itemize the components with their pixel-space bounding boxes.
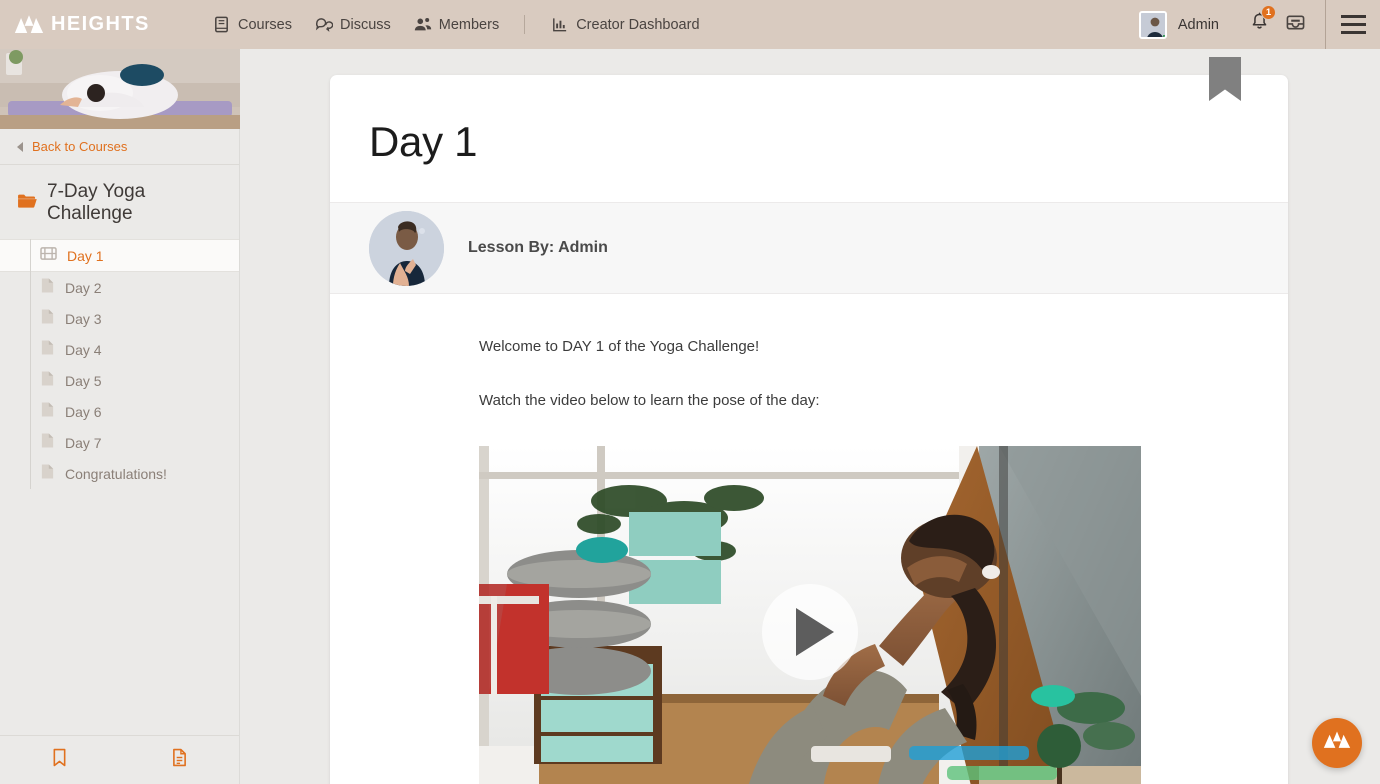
lesson-item-day-7[interactable]: Day 7 (0, 427, 239, 458)
help-launcher-button[interactable] (1312, 718, 1362, 768)
lesson-item-day-1[interactable]: Day 1 (0, 239, 239, 272)
lesson-label: Congratulations! (65, 465, 167, 482)
notifications-button[interactable]: 1 (1250, 4, 1276, 38)
mountains-logo-icon (14, 14, 44, 35)
bookmark-icon (52, 748, 67, 772)
back-to-courses-label: Back to Courses (32, 139, 128, 154)
folder-open-icon (17, 192, 38, 214)
play-button-icon[interactable] (762, 584, 858, 680)
page-title: Day 1 (369, 118, 478, 165)
nav-label-creator-dashboard: Creator Dashboard (576, 16, 700, 33)
people-icon (413, 15, 432, 34)
sidebar-footer (0, 735, 239, 784)
hamburger-menu-icon[interactable] (1326, 0, 1380, 49)
nav-label-members: Members (438, 16, 500, 33)
lesson-label: Day 4 (65, 341, 102, 358)
document-icon (40, 339, 55, 361)
lesson-author-strip: Lesson By: Admin (330, 202, 1288, 294)
nav-item-creator-dashboard[interactable]: Creator Dashboard (550, 15, 700, 34)
nav-item-discuss[interactable]: Discuss (314, 15, 391, 34)
inbox-button[interactable] (1285, 13, 1306, 37)
lesson-label: Day 3 (65, 310, 102, 327)
lesson-main-area: Day 1 Lesson By: Admin Welcome to DAY 1 … (241, 49, 1380, 784)
document-icon (40, 463, 55, 485)
book-icon (212, 15, 231, 34)
course-hero-image (0, 49, 240, 129)
document-icon (40, 432, 55, 454)
lesson-paragraph-2: Watch the video below to learn the pose … (479, 392, 820, 409)
nav-label-courses: Courses (238, 16, 292, 33)
video-lesson-icon (40, 246, 57, 266)
nav-item-courses[interactable]: Courses (212, 15, 292, 34)
play-triangle (795, 608, 834, 656)
inbox-icon (1285, 15, 1306, 36)
document-icon (40, 370, 55, 392)
nav-divider (524, 15, 526, 34)
sidebar-notes-button[interactable] (120, 748, 240, 772)
lesson-label: Day 5 (65, 372, 102, 389)
instructor-avatar (369, 210, 444, 286)
hamburger-line (1340, 23, 1366, 26)
lesson-label: Day 7 (65, 434, 102, 451)
document-icon (40, 277, 55, 299)
brand-logo-link[interactable]: HEIGHTS (14, 13, 204, 36)
notification-badge: 1 (1261, 4, 1276, 20)
lesson-paragraph-1: Welcome to DAY 1 of the Yoga Challenge! (479, 338, 760, 355)
lesson-card: Day 1 Lesson By: Admin Welcome to DAY 1 … (330, 57, 1288, 784)
avatar[interactable] (1138, 10, 1167, 39)
course-sidebar: Back to Courses 7-Day Yoga Challenge Day… (0, 49, 240, 784)
hamburger-line (1340, 31, 1366, 34)
lesson-label: Day 1 (67, 247, 104, 264)
notes-document-icon (172, 748, 187, 772)
lesson-author-label: Lesson By: Admin (468, 239, 608, 256)
top-bar-right-group: Admin 1 (1138, 0, 1380, 49)
course-title: 7-Day Yoga Challenge (47, 181, 146, 224)
sidebar-bookmarks-button[interactable] (0, 748, 120, 772)
course-title-row[interactable]: 7-Day Yoga Challenge (0, 165, 239, 239)
lesson-label: Day 6 (65, 403, 102, 420)
lesson-label: Day 2 (65, 279, 102, 296)
lesson-video-player[interactable] (479, 446, 1141, 784)
user-name: Admin (1177, 16, 1219, 33)
chat-bubbles-icon (314, 15, 334, 34)
nav-label-discuss: Discuss (340, 16, 391, 33)
lesson-item-congratulations[interactable]: Congratulations! (0, 458, 239, 489)
top-navigation-bar: HEIGHTS Courses Discuss Members Creator … (0, 0, 1380, 49)
mountains-logo-icon (1323, 731, 1351, 755)
lesson-item-day-6[interactable]: Day 6 (0, 396, 239, 427)
lesson-item-day-4[interactable]: Day 4 (0, 334, 239, 365)
back-to-courses-link[interactable]: Back to Courses (0, 129, 239, 165)
document-icon (40, 401, 55, 423)
caret-left-icon (17, 141, 23, 152)
lesson-item-day-5[interactable]: Day 5 (0, 365, 239, 396)
lesson-item-day-3[interactable]: Day 3 (0, 303, 239, 334)
lesson-body: Welcome to DAY 1 of the Yoga Challenge! … (330, 294, 1288, 784)
bell-icon (1250, 12, 1269, 37)
lesson-list: Day 1 Day 2 Day 3 Day 4 Day 5 Day 6 Day … (0, 239, 239, 489)
brand-name: HEIGHTS (51, 13, 150, 35)
document-icon (40, 308, 55, 330)
lesson-item-day-2[interactable]: Day 2 (0, 272, 239, 303)
main-nav: Courses Discuss Members Creator Dashboar… (212, 15, 700, 34)
bar-chart-icon (550, 15, 569, 34)
hamburger-line (1340, 15, 1366, 18)
nav-item-members[interactable]: Members (413, 15, 499, 34)
